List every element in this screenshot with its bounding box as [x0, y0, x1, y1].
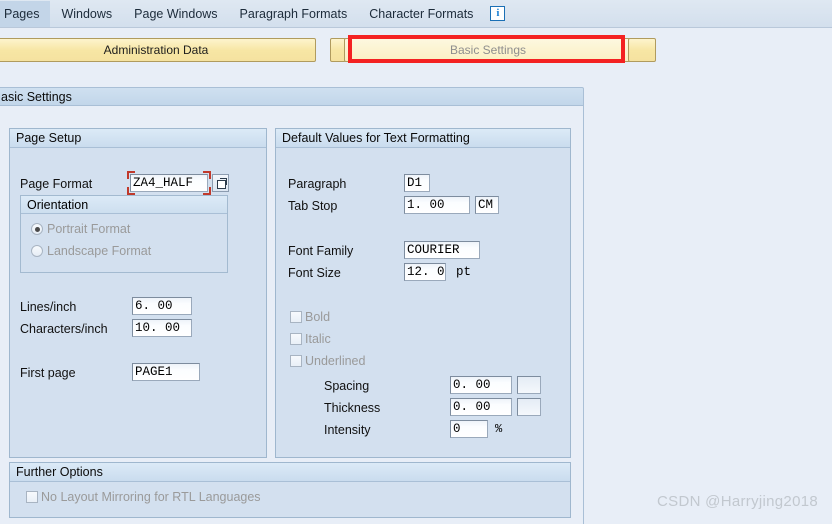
watermark: CSDN @Harryjing2018 — [657, 493, 818, 510]
tab-strip: Administration Data Basic Settings — [0, 35, 660, 64]
radio-label-portrait: Portrait Format — [47, 222, 131, 236]
radio-label-landscape: Landscape Format — [47, 244, 152, 258]
tab-administration-data[interactable]: Administration Data — [0, 38, 316, 62]
input-tab-stop[interactable]: 1. 00 — [404, 196, 470, 214]
group-page-setup: Page Setup Page Format ZA4_HALF Orientat… — [9, 128, 267, 458]
radio-portrait-format[interactable]: Portrait Format — [31, 222, 130, 236]
input-first-page[interactable]: PAGE1 — [132, 363, 200, 381]
group-page-setup-title: Page Setup — [10, 129, 266, 148]
checkbox-italic[interactable]: Italic — [290, 332, 331, 346]
input-font-size[interactable]: 12. 0 — [404, 263, 446, 281]
input-spacing-unit[interactable] — [517, 376, 541, 394]
label-thickness: Thickness — [324, 401, 381, 415]
info-icon[interactable]: i — [490, 6, 506, 21]
input-spacing[interactable]: 0. 00 — [450, 376, 512, 394]
group-orientation: Orientation Portrait Format Landscape Fo… — [20, 195, 228, 273]
label-font-family: Font Family — [288, 244, 354, 258]
group-orientation-title: Orientation — [21, 196, 227, 214]
tab-basic-settings[interactable]: Basic Settings — [344, 38, 632, 62]
checkbox-label-bold: Bold — [305, 310, 331, 324]
unit-intensity: % — [495, 422, 503, 436]
menu-bar: Pages Windows Page Windows Paragraph For… — [0, 0, 832, 28]
input-lines-per-inch[interactable]: 6. 00 — [132, 297, 192, 315]
group-further-options-title: Further Options — [10, 463, 570, 482]
info-icon-glyph: i — [496, 7, 500, 19]
input-thickness-unit[interactable] — [517, 398, 541, 416]
menu-item-pages[interactable]: Pages — [0, 0, 51, 27]
unit-font-size: pt — [456, 265, 472, 279]
checkbox-mark-italic-icon — [290, 333, 302, 345]
checkbox-label-underlined: Underlined — [305, 354, 366, 368]
input-paragraph[interactable]: D1 — [404, 174, 430, 192]
label-tab-stop: Tab Stop — [288, 199, 338, 213]
checkbox-no-layout-mirroring[interactable]: No Layout Mirroring for RTL Languages — [26, 490, 261, 504]
section-title-bar: asic Settings — [0, 87, 584, 106]
input-tab-stop-unit[interactable]: CM — [475, 196, 499, 214]
input-characters-per-inch[interactable]: 10. 00 — [132, 319, 192, 337]
label-first-page: First page — [20, 366, 76, 380]
label-intensity: Intensity — [324, 423, 371, 437]
label-spacing: Spacing — [324, 379, 370, 393]
label-characters-per-inch: Characters/inch — [20, 322, 108, 336]
label-paragraph: Paragraph — [288, 177, 347, 191]
checkbox-underlined[interactable]: Underlined — [290, 354, 365, 368]
label-lines-per-inch: Lines/inch — [20, 300, 77, 314]
checkbox-bold[interactable]: Bold — [290, 310, 330, 324]
radio-landscape-format[interactable]: Landscape Format — [31, 244, 151, 258]
input-thickness[interactable]: 0. 00 — [450, 398, 512, 416]
value-help-icon-page-format[interactable] — [212, 174, 229, 192]
checkbox-mark-no-layout-mirroring-icon — [26, 491, 38, 503]
group-further-options: Further Options No Layout Mirroring for … — [9, 462, 571, 518]
content-area: Page Setup Page Format ZA4_HALF Orientat… — [0, 106, 584, 524]
tab-fragment-right[interactable] — [628, 38, 656, 62]
radio-mark-portrait-icon — [31, 223, 43, 235]
radio-mark-landscape-icon — [31, 245, 43, 257]
input-page-format[interactable]: ZA4_HALF — [130, 174, 208, 192]
checkbox-mark-bold-icon — [290, 311, 302, 323]
group-default-values-title: Default Values for Text Formatting — [276, 129, 570, 148]
menu-item-character-formats[interactable]: Character Formats — [358, 1, 484, 27]
menu-item-windows[interactable]: Windows — [50, 1, 123, 27]
label-font-size: Font Size — [288, 266, 341, 280]
menu-item-page-windows[interactable]: Page Windows — [123, 1, 228, 27]
input-font-family[interactable]: COURIER — [404, 241, 480, 259]
menu-item-paragraph-formats[interactable]: Paragraph Formats — [229, 1, 359, 27]
checkbox-mark-underlined-icon — [290, 355, 302, 367]
input-intensity[interactable]: 0 — [450, 420, 488, 438]
checkbox-label-no-layout-mirroring: No Layout Mirroring for RTL Languages — [41, 490, 261, 504]
checkbox-label-italic: Italic — [305, 332, 331, 346]
label-page-format: Page Format — [20, 177, 93, 191]
group-default-values: Default Values for Text Formatting Parag… — [275, 128, 571, 458]
section-title-label: asic Settings — [1, 89, 72, 104]
